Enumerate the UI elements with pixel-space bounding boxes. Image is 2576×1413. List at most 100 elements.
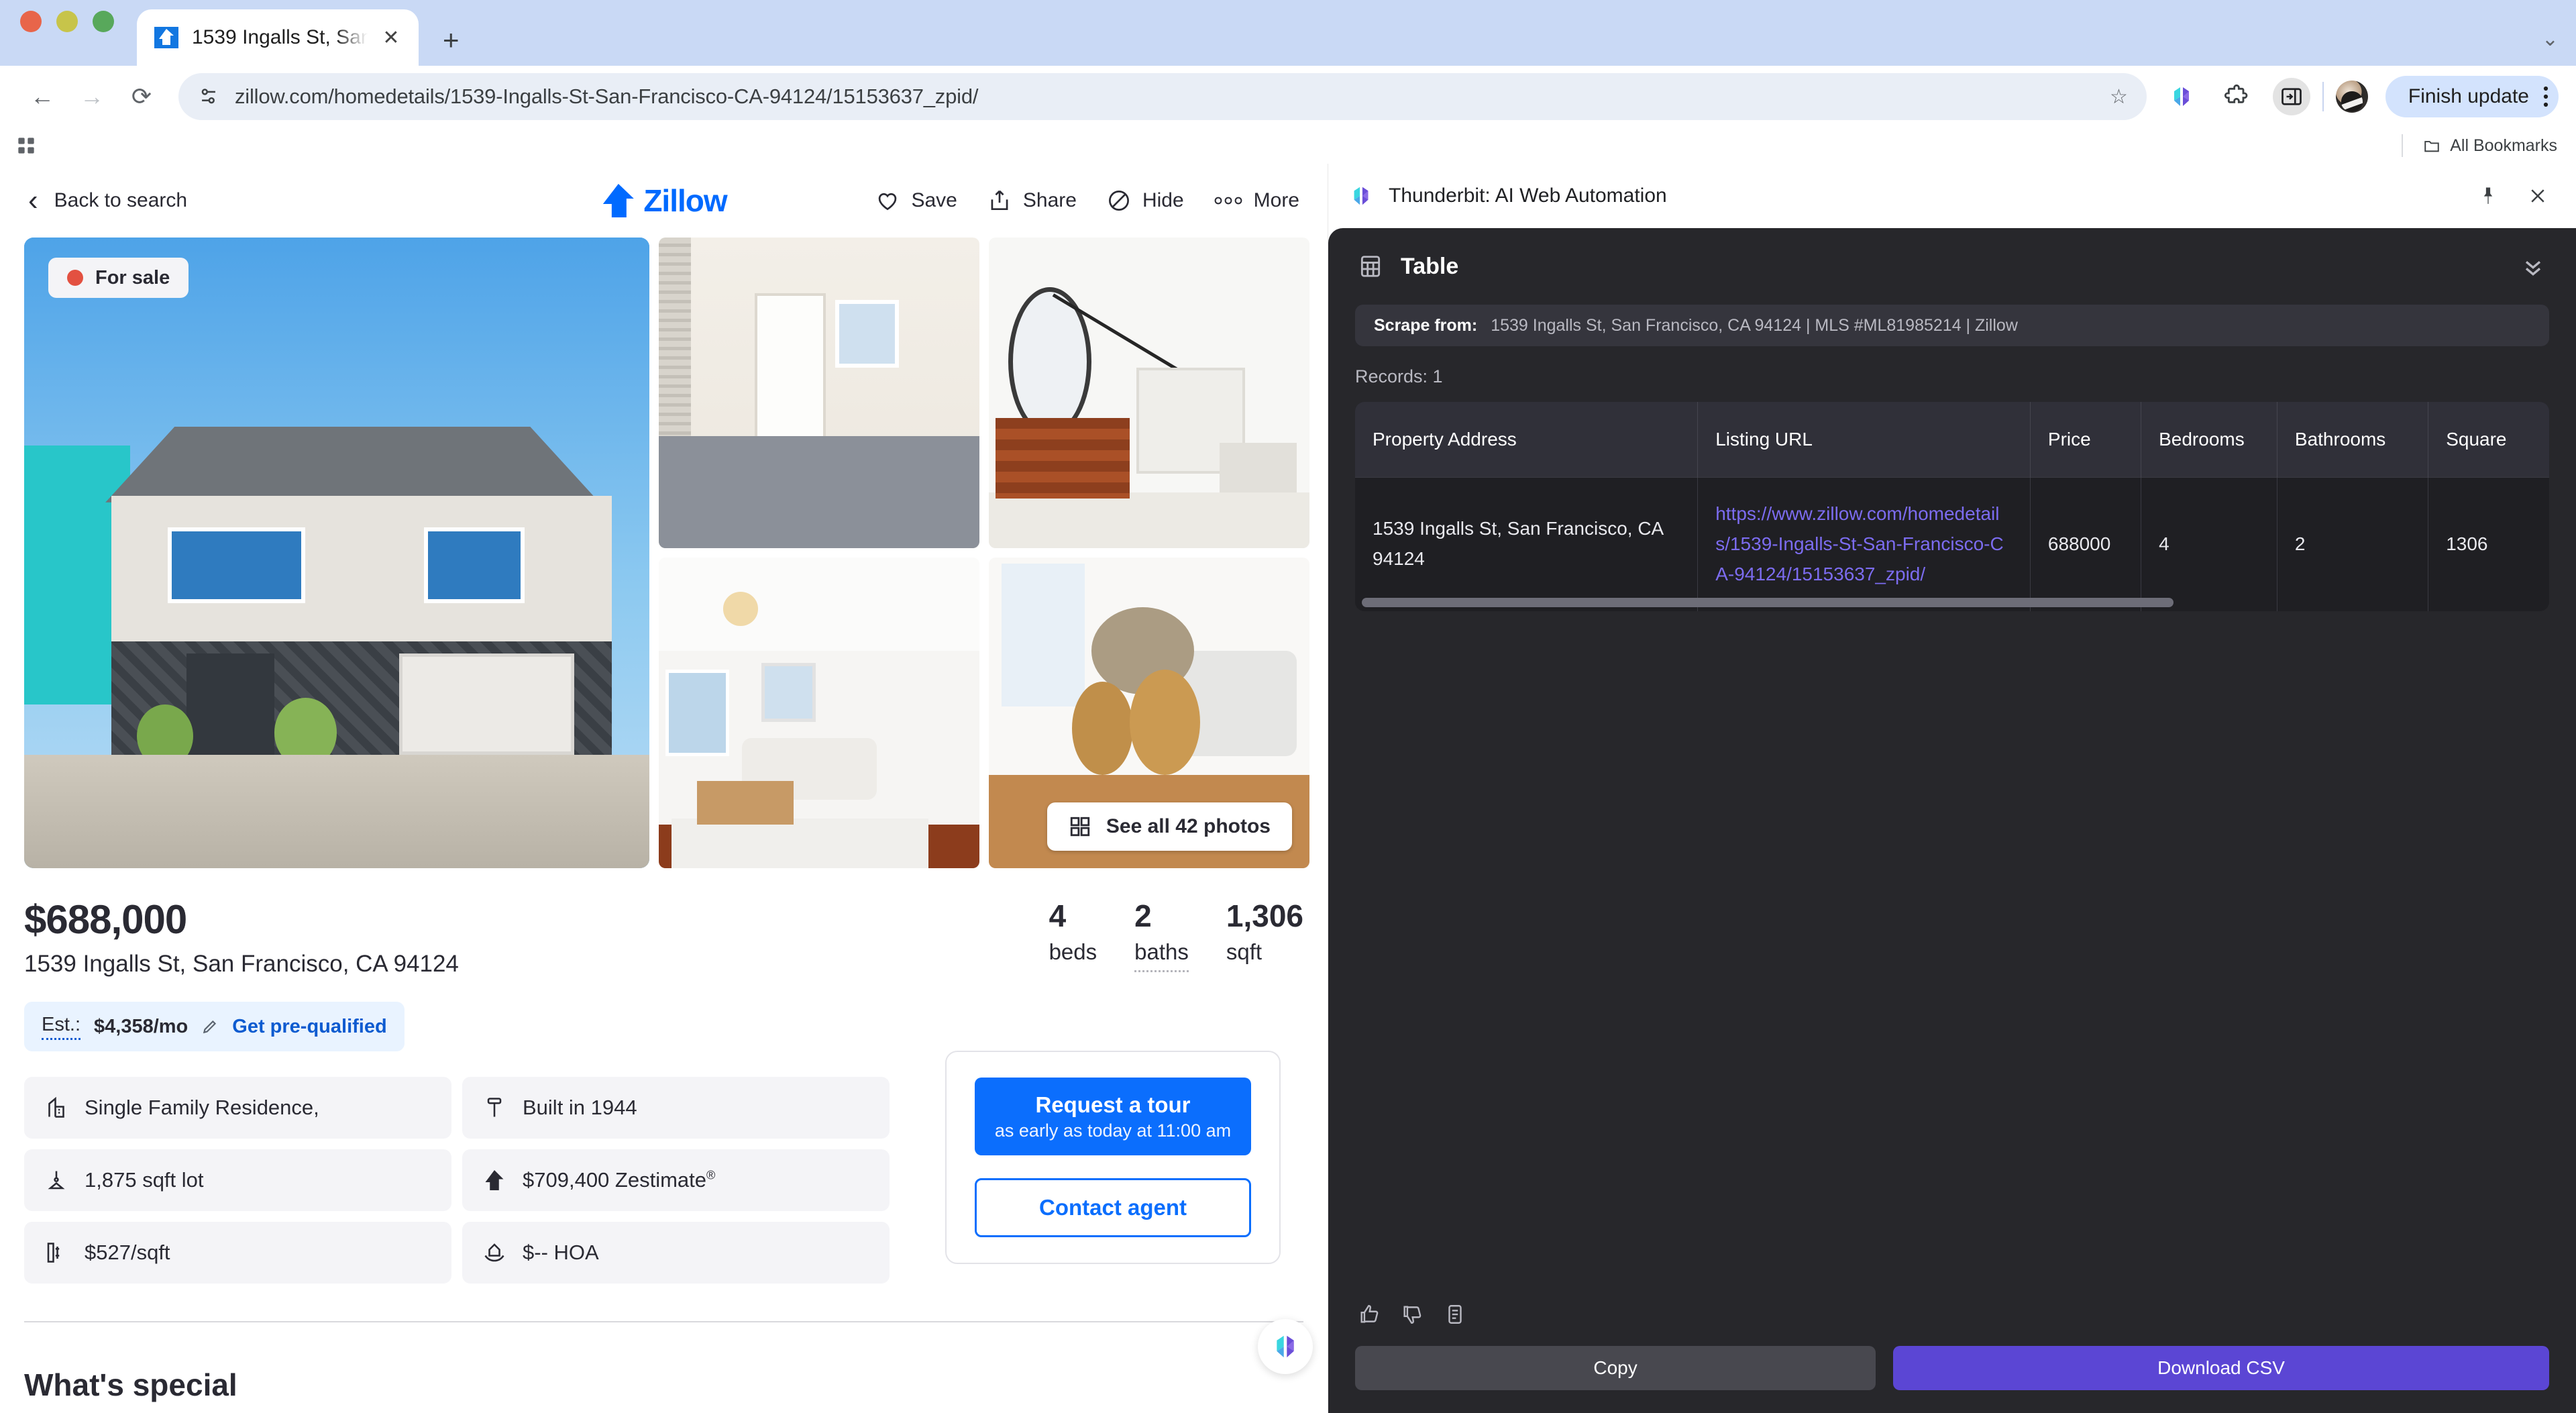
all-bookmarks-entry[interactable]: All Bookmarks — [2402, 134, 2557, 157]
column-property-address[interactable]: Property Address — [1355, 402, 1699, 477]
bookmark-star-icon[interactable]: ☆ — [2110, 85, 2128, 109]
back-button[interactable]: ← — [17, 72, 67, 121]
thunderbit-floating-button[interactable] — [1258, 1319, 1313, 1374]
whats-special-section: What's special — [24, 1321, 1303, 1403]
baths-value: 2 — [1134, 898, 1152, 933]
cell-square: 1306 — [2428, 476, 2549, 611]
address-bar[interactable]: zillow.com/homedetails/1539-Ingalls-St-S… — [178, 73, 2147, 120]
folder-icon — [2424, 141, 2439, 152]
notes-icon[interactable] — [1444, 1303, 1466, 1326]
lot-icon — [48, 1171, 65, 1190]
table-row: 1539 Ingalls St, San Francisco, CA 94124… — [1355, 476, 2549, 611]
zestimate-icon — [485, 1170, 504, 1190]
new-tab-button[interactable]: + — [443, 24, 460, 56]
price-per-sqft-icon — [47, 1243, 60, 1263]
finish-update-button[interactable]: Finish update — [2385, 76, 2559, 117]
tab-search-chevron-icon[interactable]: ⌄ — [2542, 28, 2559, 51]
pencil-icon[interactable] — [201, 1018, 219, 1035]
estimate-value: $4,358/mo — [94, 1015, 189, 1037]
panel-title: Thunderbit: AI Web Automation — [1389, 185, 1667, 207]
get-pre-qualified-link[interactable]: Get pre-qualified — [232, 1016, 386, 1038]
monthly-estimate-pill[interactable]: Est.: $4,358/mo Get pre-qualified — [24, 1002, 405, 1051]
stat-beds: 4 beds — [1049, 898, 1097, 965]
download-csv-button[interactable]: Download CSV — [1893, 1346, 2549, 1390]
save-button[interactable]: Save — [875, 188, 957, 213]
stat-sqft: 1,306 sqft — [1226, 898, 1303, 965]
request-tour-sublabel: as early as today at 11:00 am — [994, 1120, 1232, 1141]
fact-year-built: Built in 1944 — [462, 1077, 890, 1139]
browser-toolbar: ← → ⟳ zillow.com/homedetails/1539-Ingall… — [0, 66, 2576, 127]
zillow-logo[interactable]: Zillow — [600, 182, 728, 219]
see-all-photos-label: See all 42 photos — [1106, 815, 1271, 837]
zillow-favicon-icon — [153, 24, 180, 51]
maximize-window-button[interactable] — [93, 11, 114, 32]
thunderbit-logo-icon — [1354, 187, 1368, 205]
extensions-puzzle-icon[interactable] — [2218, 78, 2255, 115]
share-button[interactable]: Share — [987, 188, 1077, 213]
table-section-header: Table — [1328, 228, 2576, 305]
apps-grid-icon[interactable] — [12, 132, 40, 160]
column-bedrooms[interactable]: Bedrooms — [2141, 402, 2277, 477]
collapse-section-button[interactable] — [2520, 253, 2546, 280]
see-all-photos-button[interactable]: See all 42 photos — [1046, 802, 1292, 851]
thumbs-up-icon[interactable] — [1358, 1303, 1381, 1326]
url-text: zillow.com/homedetails/1539-Ingalls-St-S… — [235, 85, 979, 108]
fact-year-built-label: Built in 1944 — [523, 1096, 637, 1119]
more-dots-icon — [1214, 197, 1242, 205]
tab-close-icon[interactable]: ✕ — [380, 26, 402, 50]
copy-button[interactable]: Copy — [1355, 1346, 1876, 1390]
close-icon[interactable] — [2528, 186, 2548, 206]
chrome-menu-icon[interactable] — [2542, 85, 2549, 108]
zillow-header: ‹ Back to search Zillow Save Share Hide … — [0, 164, 1328, 238]
sqft-label: sqft — [1226, 939, 1263, 964]
photo-gallery: For sale See all 42 photos — [24, 238, 1309, 868]
more-button[interactable]: More — [1214, 189, 1299, 212]
for-sale-badge: For sale — [48, 258, 189, 298]
site-permissions-icon[interactable] — [197, 85, 220, 108]
column-square[interactable]: Square — [2428, 402, 2549, 477]
profile-avatar[interactable] — [2335, 81, 2368, 113]
scrape-from-value: 1539 Ingalls St, San Francisco, CA 94124… — [1491, 315, 2018, 335]
pin-icon[interactable] — [2478, 186, 2498, 206]
finish-update-label: Finish update — [2408, 85, 2529, 107]
column-bathrooms[interactable]: Bathrooms — [2277, 402, 2429, 477]
beds-label: beds — [1049, 939, 1097, 964]
back-to-search-label: Back to search — [54, 189, 188, 211]
minimize-window-button[interactable] — [56, 11, 78, 32]
chevron-left-icon: ‹ — [28, 184, 38, 217]
gallery-photo-2[interactable] — [659, 238, 979, 548]
gallery-photo-4[interactable] — [659, 558, 979, 868]
side-panel-icon[interactable] — [2272, 78, 2310, 115]
gallery-photo-3[interactable] — [989, 238, 1309, 548]
baths-label: baths — [1134, 939, 1189, 972]
thunderbit-extension-icon[interactable] — [2163, 78, 2200, 115]
fact-lot-size-label: 1,875 sqft lot — [85, 1168, 204, 1192]
fact-lot-size: 1,875 sqft lot — [24, 1149, 451, 1211]
request-a-tour-button[interactable]: Request a tour as early as today at 11:0… — [975, 1078, 1251, 1155]
living-room-photo — [659, 558, 979, 868]
results-table: Property Address Listing URL Price Bedro… — [1355, 402, 2549, 611]
bookmarks-divider — [2402, 134, 2404, 157]
listing-price: $688,000 — [24, 897, 187, 942]
reload-button[interactable]: ⟳ — [117, 72, 166, 121]
share-icon — [991, 190, 1008, 211]
listing-url-link[interactable]: https://www.zillow.com/homedetails/1539-… — [1715, 503, 2004, 584]
contact-agent-button[interactable]: Contact agent — [975, 1178, 1251, 1237]
hide-button[interactable]: Hide — [1106, 188, 1184, 213]
toolbar-divider — [2322, 82, 2324, 111]
sqft-value: 1,306 — [1226, 898, 1303, 933]
back-to-search-link[interactable]: ‹ Back to search — [28, 186, 187, 215]
column-listing-url[interactable]: Listing URL — [1697, 402, 2031, 477]
browser-tab[interactable]: 1539 Ingalls St, San Francisco ✕ — [137, 9, 419, 66]
thumbs-down-icon[interactable] — [1401, 1303, 1424, 1326]
table-horizontal-scrollbar[interactable] — [1362, 598, 2174, 607]
hero-photo[interactable]: For sale — [24, 238, 649, 868]
close-window-button[interactable] — [20, 11, 42, 32]
column-price[interactable]: Price — [2030, 402, 2142, 477]
zillow-actions: Save Share Hide More — [875, 188, 1299, 213]
panel-body: Table Scrape from: 1539 Ingalls St, San … — [1328, 228, 2576, 1413]
forward-button[interactable]: → — [67, 72, 117, 121]
fact-hoa-label: $-- HOA — [523, 1241, 599, 1264]
gallery-photo-5[interactable]: See all 42 photos — [989, 558, 1309, 868]
fact-zestimate-label: $709,400 Zestimate® — [523, 1168, 715, 1192]
